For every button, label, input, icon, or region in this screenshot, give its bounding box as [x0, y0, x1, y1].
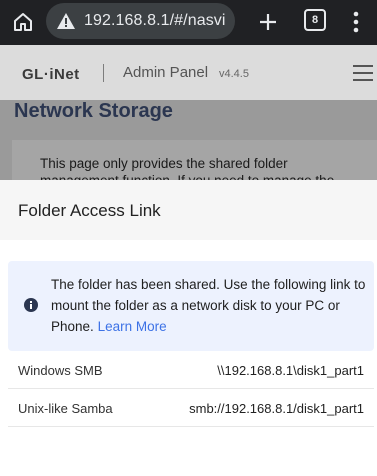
learn-more-link[interactable]: Learn More [98, 319, 167, 334]
link-value[interactable]: smb://192.168.8.1/disk1_part1 [189, 401, 364, 416]
brand-logo: GL·iNet [22, 66, 80, 83]
link-label: Windows SMB [18, 363, 103, 378]
link-row-unix-samba: Unix-like Samba smb://192.168.8.1/disk1_… [8, 389, 374, 427]
new-tab-plus-icon[interactable] [254, 8, 282, 36]
page-description: This page only provides the shared folde… [40, 156, 334, 180]
version-label: v4.4.5 [219, 68, 249, 80]
page-overlay: Network Storage This page only provides … [0, 100, 377, 180]
folder-access-modal: Folder Access Link The folder has been s… [0, 180, 377, 476]
admin-panel-title: Admin Panel [123, 64, 209, 81]
link-row-windows-smb: Windows SMB \\192.168.8.1\disk1_part1 [8, 351, 374, 389]
info-message: The folder has been shared. Use the foll… [8, 261, 374, 351]
browser-toolbar: 192.168.8.1/#/nasvi 8 [0, 0, 377, 45]
link-value[interactable]: \\192.168.8.1\disk1_part1 [217, 363, 364, 378]
address-bar[interactable]: 192.168.8.1/#/nasvi [46, 3, 235, 39]
tab-switcher-button[interactable]: 8 [304, 9, 326, 31]
header-divider [103, 64, 104, 82]
warning-icon[interactable] [55, 10, 77, 32]
overflow-menu-icon[interactable] [347, 8, 365, 36]
hamburger-menu-icon[interactable] [353, 65, 375, 81]
info-text: The folder has been shared. Use the foll… [51, 274, 367, 337]
page-title: Network Storage [14, 100, 173, 122]
home-icon[interactable] [9, 8, 37, 36]
info-icon [24, 298, 38, 312]
url-text[interactable]: 192.168.8.1/#/nasvi [84, 12, 226, 30]
modal-title: Folder Access Link [18, 201, 161, 220]
modal-header: Folder Access Link [0, 180, 377, 240]
link-label: Unix-like Samba [18, 401, 113, 416]
